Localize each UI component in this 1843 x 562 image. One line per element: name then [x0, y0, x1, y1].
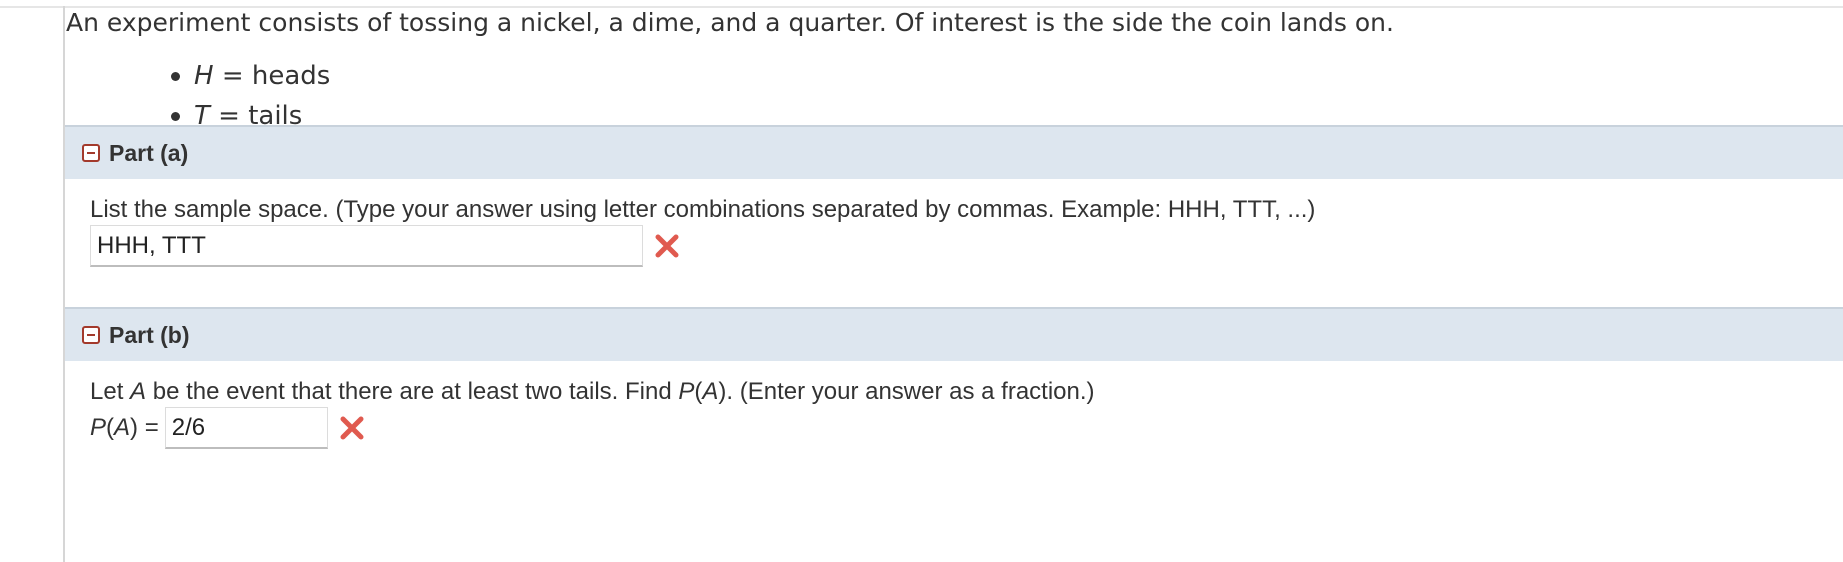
part-a-title: Part (a) — [109, 139, 189, 166]
red-x-icon — [340, 416, 364, 440]
part-b-answer-input[interactable] — [164, 407, 328, 449]
variable-h: H — [194, 61, 214, 91]
part-b-question: Let A be the event that there are at lea… — [90, 378, 1095, 405]
part-b-header[interactable]: Part (b) — [65, 307, 1843, 361]
part-a-header[interactable]: Part (a) — [65, 125, 1843, 179]
red-x-icon — [655, 234, 679, 258]
left-border — [63, 6, 65, 562]
definition-text: = heads — [213, 61, 331, 91]
bullet-icon — [171, 71, 180, 81]
part-b-title: Part (b) — [109, 321, 190, 348]
definition-list: H = heads T = tails — [171, 56, 330, 136]
variable-a: A — [130, 378, 147, 405]
part-b-answer-row: P(A) = — [90, 407, 368, 449]
collapse-icon[interactable] — [82, 326, 100, 344]
part-a-answer-input[interactable] — [90, 225, 643, 267]
answer-prefix: P(A) = — [90, 414, 159, 441]
problem-intro: An experiment consists of tossing a nick… — [66, 8, 1394, 37]
part-a-answer-row — [90, 225, 683, 267]
bullet-icon — [171, 111, 180, 121]
part-a-question: List the sample space. (Type your answer… — [90, 196, 1316, 223]
collapse-icon[interactable] — [82, 144, 100, 162]
list-item: H = heads — [171, 56, 330, 96]
